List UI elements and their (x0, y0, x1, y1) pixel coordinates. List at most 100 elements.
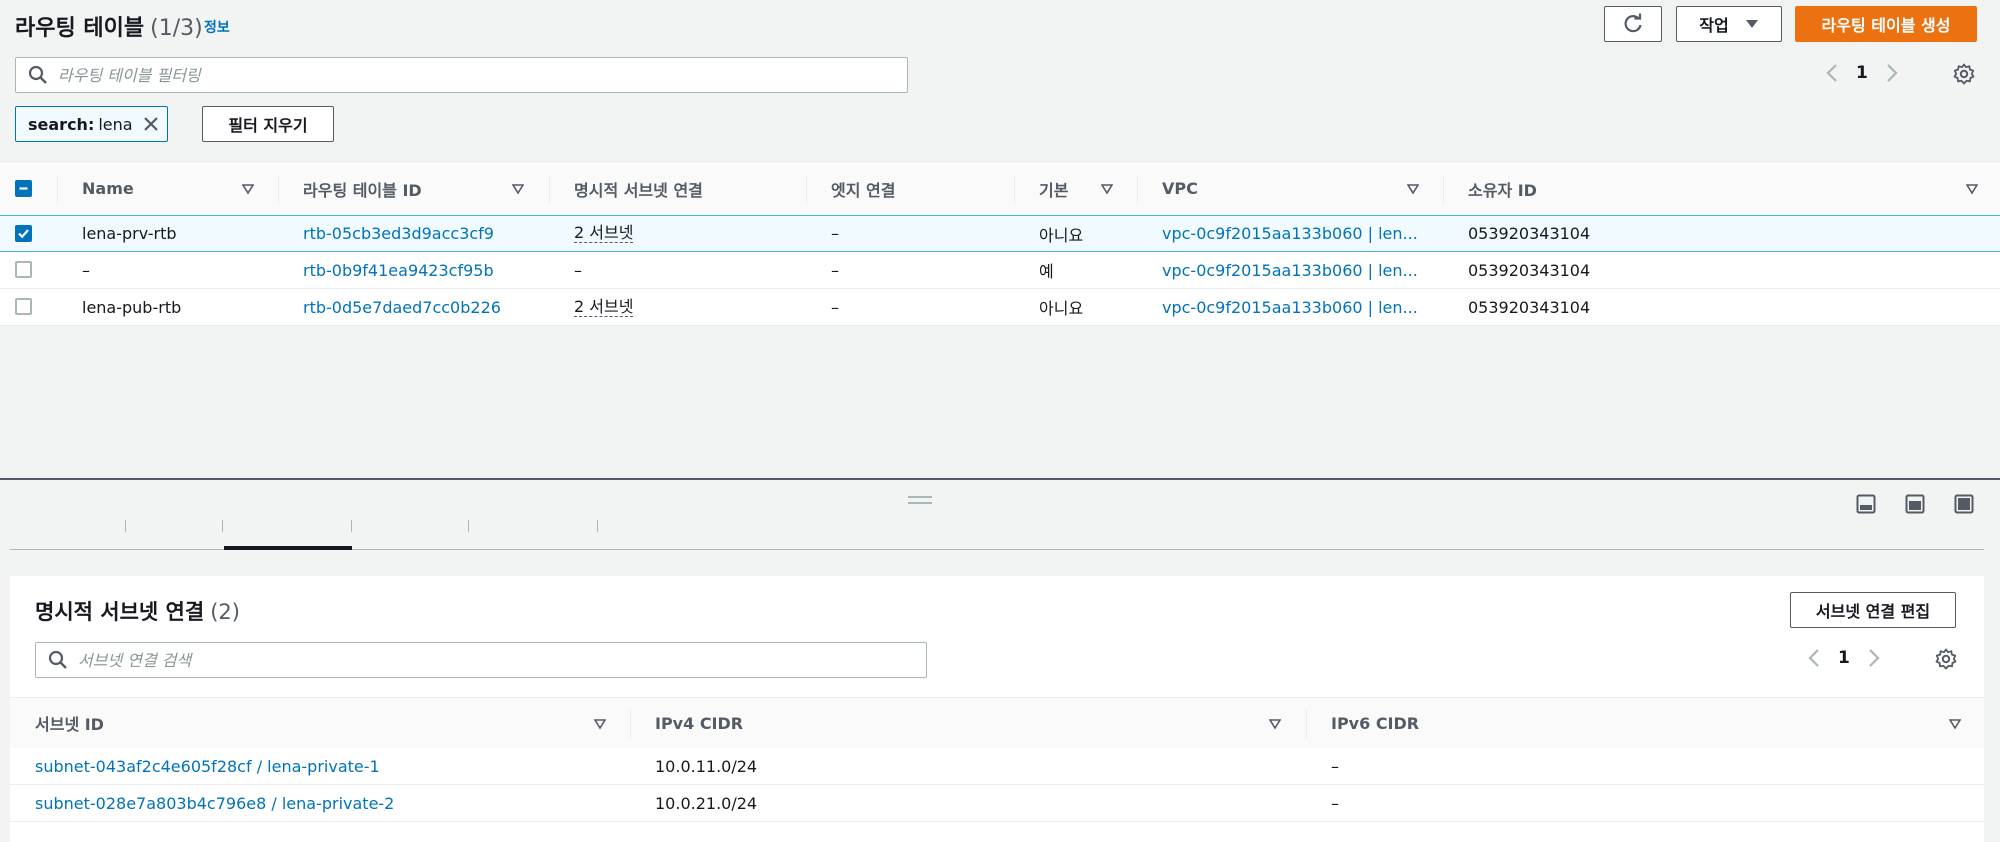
page-number[interactable]: 1 (1856, 63, 1868, 83)
clear-filters-button[interactable]: 필터 지우기 (202, 106, 334, 142)
main-flag: 아니요 (1039, 299, 1084, 318)
table-header: Name 라우팅 테이블 ID 명시적 서브넷 연결 엣지 연결 기본 VPC … (0, 161, 2000, 216)
info-link[interactable]: 정보 (204, 17, 230, 37)
panel-full-icon[interactable] (1954, 494, 1974, 514)
col-ipv6-cidr[interactable]: IPv6 CIDR (1331, 698, 1419, 748)
subnet-link[interactable]: subnet-028e7a803b4c796e8 / lena-private-… (35, 785, 394, 821)
chevron-right-icon[interactable] (1868, 648, 1880, 668)
sort-icon[interactable] (242, 183, 254, 195)
remove-filter-icon[interactable] (143, 116, 159, 132)
search-icon (48, 650, 67, 669)
filter-token-key: search: (28, 114, 95, 134)
col-route-table-id[interactable]: 라우팅 테이블 ID (303, 162, 422, 215)
settings-gear-icon[interactable] (1953, 63, 1975, 85)
subnet-table-header: 서브넷 ID IPv4 CIDR IPv6 CIDR (10, 697, 1984, 749)
route-table-id-link[interactable]: rtb-0d5e7daed7cc0b226 (303, 289, 501, 325)
subnet-count[interactable]: 2 서브넷 (574, 297, 634, 317)
subnet-count[interactable]: 2 서브넷 (574, 224, 634, 243)
selection-count: (1/3) (150, 16, 203, 41)
ipv4-cidr: 10.0.21.0/24 (655, 793, 758, 813)
col-subnet-id[interactable]: 서브넷 ID (35, 698, 104, 748)
sort-icon[interactable] (1966, 183, 1978, 195)
owner-id: 053920343104 (1468, 224, 1591, 243)
sort-icon[interactable] (512, 183, 524, 195)
chevron-left-icon[interactable] (1808, 648, 1820, 668)
select-all-checkbox[interactable] (15, 180, 32, 197)
col-owner-id[interactable]: 소유자 ID (1468, 162, 1537, 215)
search-icon (28, 65, 47, 84)
col-main[interactable]: 기본 (1039, 162, 1068, 215)
sort-icon[interactable] (1101, 183, 1113, 195)
col-name[interactable]: Name (82, 162, 134, 215)
vpc-link[interactable]: vpc-0c9f2015aa133b060 | len... (1162, 252, 1424, 288)
sort-icon[interactable] (1949, 718, 1961, 730)
row-name: lena-prv-rtb (82, 224, 177, 243)
page-number[interactable]: 1 (1838, 648, 1850, 668)
filter-token-value: lena (98, 114, 133, 134)
table-row[interactable]: lena-prv-rtb rtb-05cb3ed3d9acc3cf9 2 서브넷… (0, 215, 2000, 252)
refresh-icon (1624, 13, 1642, 33)
route-table-id-link[interactable]: rtb-0b9f41ea9423cf95b (303, 252, 494, 288)
route-tables-pane: 라우팅 테이블(1/3) 정보 작업 라우팅 테이블 생성 1 search: … (0, 0, 2000, 478)
panel-split-icon[interactable] (1905, 494, 1925, 514)
row-checkbox[interactable] (15, 261, 32, 278)
caret-down-icon (1745, 20, 1758, 28)
subnet-search[interactable] (35, 642, 927, 678)
table-row[interactable]: lena-pub-rtb rtb-0d5e7daed7cc0b226 2 서브넷… (0, 289, 2000, 326)
actions-button[interactable]: 작업 (1676, 6, 1782, 42)
subnet-associations-panel: 명시적 서브넷 연결(2) 서브넷 연결 편집 1 서브넷 ID IPv4 CI… (10, 576, 1984, 842)
owner-id: 053920343104 (1468, 260, 1591, 280)
sort-icon[interactable] (1269, 718, 1281, 730)
page-title-text: 라우팅 테이블 (15, 16, 145, 41)
actions-label: 작업 (1699, 16, 1729, 35)
main-flag: 아니요 (1039, 225, 1084, 245)
col-vpc[interactable]: VPC (1162, 162, 1198, 215)
col-ipv4-cidr[interactable]: IPv4 CIDR (655, 698, 743, 748)
page-title: 라우팅 테이블 (1/3) (15, 10, 203, 42)
panel-title: 명시적 서브넷 연결 (2) (35, 600, 240, 624)
settings-gear-icon[interactable] (1935, 648, 1957, 670)
panel-bottom-icon[interactable] (1856, 494, 1876, 514)
row-checkbox[interactable] (15, 225, 32, 242)
subnet-search-input[interactable] (78, 650, 790, 670)
ipv6-cidr: – (1331, 756, 1339, 776)
edge-association: – (831, 297, 839, 317)
subnet-count: – (574, 260, 582, 280)
chevron-right-icon[interactable] (1886, 63, 1898, 83)
route-table-id-link[interactable]: rtb-05cb3ed3d9acc3cf9 (303, 216, 494, 251)
table-row: subnet-043af2c4e605f28cf / lena-private-… (10, 748, 1984, 785)
edge-association: – (831, 260, 839, 280)
ipv4-cidr: 10.0.11.0/24 (655, 756, 758, 776)
vpc-link[interactable]: vpc-0c9f2015aa133b060 | len... (1162, 289, 1424, 325)
edit-subnet-associations-button[interactable]: 서브넷 연결 편집 (1790, 592, 1956, 628)
pagination: 1 (1808, 648, 1880, 668)
col-explicit-subnet[interactable]: 명시적 서브넷 연결 (574, 162, 703, 215)
detail-pane: 명시적 서브넷 연결(2) 서브넷 연결 편집 1 서브넷 ID IPv4 CI… (0, 480, 2000, 842)
row-name: lena-pub-rtb (82, 297, 182, 317)
filter-token: search: lena (15, 106, 168, 142)
sort-icon[interactable] (594, 718, 606, 730)
tab-divider (468, 520, 469, 532)
tab-divider (222, 520, 223, 532)
subnet-link[interactable]: subnet-043af2c4e605f28cf / lena-private-… (35, 748, 380, 784)
refresh-button[interactable] (1604, 6, 1662, 42)
route-table-filter[interactable] (15, 57, 908, 93)
table-row: subnet-028e7a803b4c796e8 / lena-private-… (10, 785, 1984, 822)
pagination: 1 (1826, 63, 1898, 83)
table-row[interactable]: – rtb-0b9f41ea9423cf95b – – 예 vpc-0c9f20… (0, 252, 2000, 289)
vpc-link[interactable]: vpc-0c9f2015aa133b060 | len... (1162, 216, 1424, 251)
filter-input[interactable] (58, 65, 771, 85)
main-flag: 예 (1039, 262, 1054, 281)
sort-icon[interactable] (1407, 183, 1419, 195)
col-edge[interactable]: 엣지 연결 (831, 162, 895, 215)
owner-id: 053920343104 (1468, 297, 1591, 317)
row-name: – (82, 260, 90, 280)
create-route-table-button[interactable]: 라우팅 테이블 생성 (1795, 6, 1977, 42)
tab-divider (125, 520, 126, 532)
tab-active-indicator[interactable] (224, 546, 352, 550)
ipv6-cidr: – (1331, 793, 1339, 813)
row-checkbox[interactable] (15, 298, 32, 315)
chevron-left-icon[interactable] (1826, 63, 1838, 83)
edge-association: – (831, 224, 839, 243)
drag-handle-icon[interactable] (908, 496, 932, 504)
